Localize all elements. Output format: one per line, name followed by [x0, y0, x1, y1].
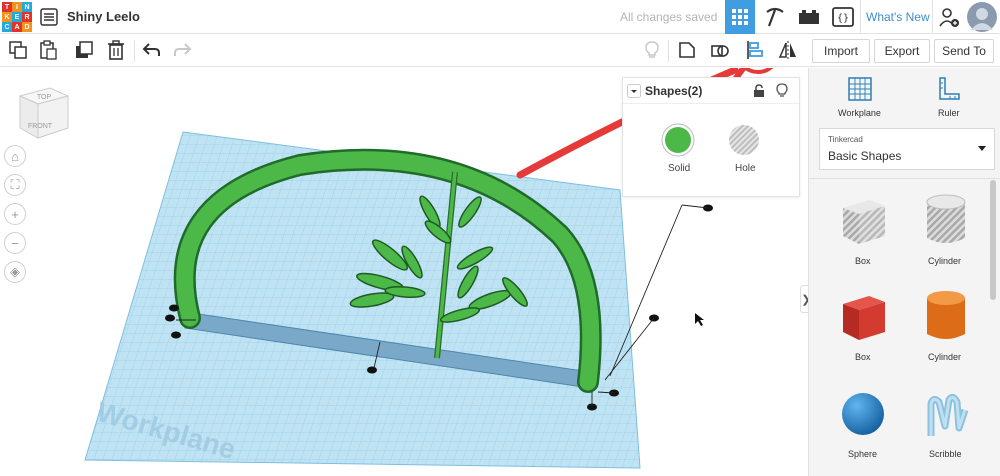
mirror-icon[interactable] [778, 40, 798, 60]
logo-letter: D [22, 22, 32, 32]
pickaxe-icon [766, 7, 784, 27]
logo-letter: N [22, 2, 32, 12]
shape-label: Box [855, 256, 871, 266]
zoom-in-button[interactable]: + [4, 203, 26, 225]
add-user-icon [939, 8, 959, 27]
tinkercad-logo[interactable]: T I N K E R C A D [2, 2, 32, 32]
home-view-button[interactable]: ⌂ [4, 145, 26, 167]
shape-label: Cylinder [928, 256, 962, 266]
group-icon[interactable] [677, 40, 697, 60]
shape-inspector-panel: Shapes(2) Solid Hole [622, 77, 800, 197]
avatar-icon [967, 2, 997, 32]
logo-letter: E [12, 12, 22, 22]
grid-view-icon [732, 9, 748, 25]
logo-letter: I [12, 2, 22, 12]
box-hole-shape[interactable] [835, 194, 891, 250]
codeblocks-button[interactable]: {} [828, 0, 858, 34]
light-bulb-icon[interactable] [642, 40, 662, 60]
solid-color-swatch[interactable] [661, 123, 695, 157]
ruler-tool-icon[interactable] [937, 76, 961, 102]
library-category: Tinkercad [828, 135, 863, 144]
logo-letter: C [2, 22, 12, 32]
inspector-title: Shapes(2) [645, 84, 703, 98]
logo-letter: T [2, 2, 12, 12]
sidebar-scrollbar[interactable] [990, 180, 996, 300]
ortho-view-button[interactable]: ◈ [4, 261, 26, 283]
shapes-sidebar: Workplane Ruler Tinkercad Basic Shapes B… [808, 68, 1000, 476]
zoom-out-button[interactable]: − [4, 232, 26, 254]
divider [860, 0, 861, 34]
ungroup-icon[interactable] [710, 40, 730, 60]
viewcube-top-label: TOP [37, 94, 52, 101]
top-bar: T I N K E R C A D Shiny Leelo All change… [0, 0, 1000, 34]
redo-icon[interactable] [173, 40, 193, 60]
trash-icon[interactable] [106, 40, 126, 60]
hole-label: Hole [735, 163, 756, 174]
fit-icon: ⛶ [10, 177, 20, 192]
workplane-tool-label: Workplane [838, 108, 881, 118]
scribble-shape[interactable] [925, 392, 969, 442]
codeblocks-icon: {} [832, 7, 854, 27]
brick-icon [799, 10, 819, 24]
import-button[interactable]: Import [812, 39, 870, 63]
view-cube[interactable]: TOP FRONT [14, 82, 74, 142]
add-user-button[interactable] [936, 0, 962, 34]
blocks-button[interactable] [760, 0, 790, 34]
export-button[interactable]: Export [874, 39, 930, 63]
box-shape[interactable] [835, 290, 891, 346]
svg-text:{}: {} [837, 13, 849, 24]
duplicate-icon[interactable] [74, 40, 94, 60]
home-icon: ⌂ [11, 148, 19, 164]
ruler-tool-label: Ruler [938, 108, 960, 118]
shape-label: Sphere [848, 449, 878, 459]
divider [932, 0, 933, 34]
workplane-tool-icon[interactable] [847, 76, 873, 102]
divider [668, 40, 669, 62]
shape-label: Box [855, 352, 871, 362]
library-value: Basic Shapes [828, 149, 902, 163]
collapse-icon[interactable] [627, 84, 641, 98]
copy-icon[interactable] [8, 40, 28, 60]
divider [134, 40, 135, 62]
sphere-shape[interactable] [839, 390, 887, 438]
cylinder-hole-shape[interactable] [921, 192, 971, 250]
shape-label: Scribble [929, 449, 962, 459]
edit-toolbar: Import Export Send To [0, 34, 1000, 67]
minus-icon: − [11, 235, 19, 251]
fit-view-button[interactable]: ⛶ [4, 174, 26, 196]
bricks-button[interactable] [794, 0, 824, 34]
align-icon[interactable] [745, 40, 765, 60]
logo-letter: R [22, 12, 32, 22]
lock-icon[interactable] [753, 84, 765, 98]
whats-new-link[interactable]: What's New [866, 10, 930, 24]
cylinder-shape[interactable] [921, 288, 971, 346]
undo-icon[interactable] [141, 40, 161, 60]
logo-letter: K [2, 12, 12, 22]
shape-label: Cylinder [928, 352, 962, 362]
3d-view-button[interactable] [725, 0, 755, 34]
logo-letter: A [12, 22, 22, 32]
design-list-icon[interactable] [40, 8, 58, 26]
user-avatar[interactable] [966, 0, 998, 34]
solid-label: Solid [668, 163, 691, 174]
divider [809, 178, 1000, 179]
paste-icon[interactable] [38, 40, 58, 60]
send-to-button[interactable]: Send To [934, 39, 994, 63]
project-title[interactable]: Shiny Leelo [67, 9, 140, 24]
save-status: All changes saved [620, 10, 718, 24]
hole-swatch[interactable] [727, 123, 761, 157]
cube-icon: ◈ [10, 264, 20, 279]
inspector-header: Shapes(2) [623, 78, 799, 104]
visibility-bulb-icon[interactable] [776, 83, 788, 98]
shape-library-select[interactable]: Tinkercad Basic Shapes [819, 128, 995, 170]
viewcube-front-label: FRONT [28, 123, 53, 130]
mouse-cursor-icon [695, 313, 704, 326]
plus-icon: + [11, 206, 19, 222]
dropdown-icon [978, 146, 986, 151]
